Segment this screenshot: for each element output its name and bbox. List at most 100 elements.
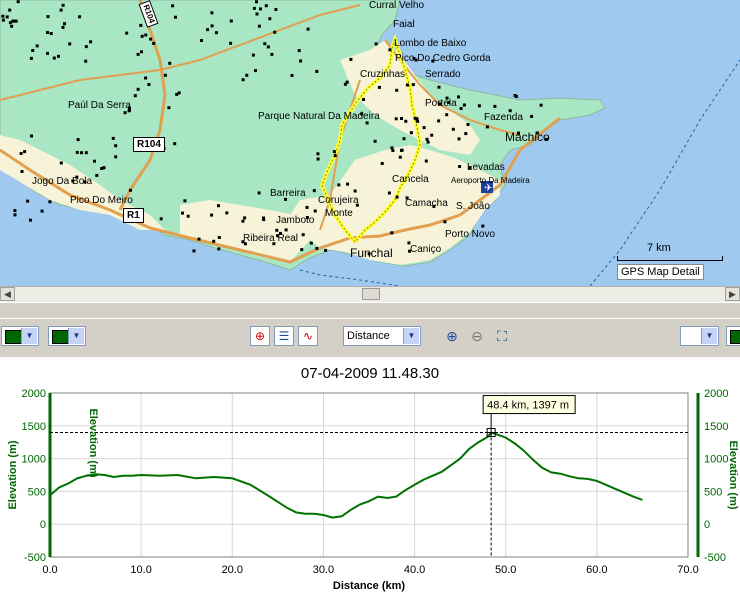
y-tick-label-left: 1500: [22, 421, 46, 433]
poi-dot: [46, 31, 49, 34]
ferry-line: [299, 269, 401, 286]
color-swatch: [730, 330, 740, 344]
poi-dot: [93, 159, 96, 163]
zoom-out-icon: ⊖: [471, 328, 483, 344]
poi-dot: [181, 211, 184, 215]
poi-dot: [52, 56, 56, 60]
poi-dot: [390, 231, 394, 235]
profile-toolbar: ▼ ▼ ⊕ ☰ ∿ Distance ▼ ⊕ ⊖ ⛶ ▼: [0, 318, 740, 357]
place-parque-natural: Parque Natural Da Madeira: [258, 111, 380, 122]
poi-dot: [254, 69, 257, 73]
place-serrado: Serrado: [425, 69, 461, 80]
poi-dot: [200, 39, 203, 42]
poi-dot: [274, 8, 278, 11]
poi-dot: [481, 224, 485, 228]
poi-dot: [485, 125, 489, 129]
poi-dot: [464, 132, 468, 136]
poi-dot: [217, 204, 220, 208]
poi-dot: [133, 94, 137, 98]
poi-dot: [297, 49, 301, 53]
poi-dot: [13, 209, 17, 213]
poi-dot: [167, 106, 171, 110]
zoom-in-button[interactable]: ⊕: [443, 327, 461, 345]
scale-label: 7 km: [647, 242, 671, 254]
elevation-profile-panel[interactable]: 07-04-2009 11.48.30 0.0 10.0 20.0 30.0 40.0 5…: [0, 357, 740, 595]
poi-dot: [457, 137, 461, 141]
poi-dot: [413, 116, 417, 120]
scroll-left-button[interactable]: ◀: [0, 287, 15, 301]
scroll-right-button[interactable]: ▶: [725, 287, 740, 301]
chart-ticks: 0.0 10.0 20.0 30.0 40.0 50.0 60.0 70.0 -500 -500 0…: [22, 388, 729, 576]
poi-dot: [140, 50, 143, 54]
poi-dot: [425, 137, 429, 141]
crosshair-button[interactable]: ⊕: [250, 326, 270, 346]
scroll-thumb[interactable]: [362, 288, 380, 300]
poi-dot: [398, 155, 402, 159]
poi-dot: [404, 119, 408, 123]
road-shield-r104: R104: [133, 137, 165, 152]
poi-dot: [217, 247, 221, 251]
poi-dot: [11, 19, 15, 23]
poi-dot: [75, 150, 79, 154]
line-color-select[interactable]: ▼: [1, 326, 39, 346]
place-paul-da-serra: Paúl Da Serra: [68, 100, 131, 111]
poi-dot: [136, 52, 140, 56]
poi-dot: [362, 98, 365, 101]
chart-cursor: 48.4 km, 1397 m: [50, 395, 688, 557]
poi-dot: [229, 19, 233, 23]
poi-dot: [29, 218, 32, 222]
poi-dot: [514, 95, 518, 98]
poi-dot: [539, 103, 543, 107]
fill-color-select[interactable]: ▼: [48, 326, 86, 346]
place-cruzinhas: Cruzinhas: [360, 69, 406, 80]
poi-dot: [395, 88, 399, 92]
place-corujeira: Corujeira: [318, 195, 359, 206]
profile-curve-button[interactable]: ∿: [298, 326, 318, 346]
poi-dot: [437, 119, 441, 123]
chevron-down-icon: ▼: [701, 328, 717, 344]
poi-dot: [48, 200, 52, 204]
poi-dot: [458, 165, 462, 168]
right-color-select-partial[interactable]: [726, 326, 740, 346]
poi-dot: [387, 191, 391, 195]
y-axis-label-right: Elevation (m): [727, 440, 739, 509]
y-tick-label-right: 1500: [704, 421, 728, 433]
x-axis-select[interactable]: Distance ▼: [343, 326, 421, 346]
poi-dot: [5, 15, 9, 19]
zoom-extent-button[interactable]: ⛶: [493, 327, 511, 345]
poi-dot: [315, 246, 319, 250]
poi-dot: [57, 54, 60, 58]
poi-dot: [123, 111, 127, 115]
map-detail-label: GPS Map Detail: [617, 264, 704, 280]
poi-dot: [445, 113, 449, 117]
elevation-chart[interactable]: 0.0 10.0 20.0 30.0 40.0 50.0 60.0 70.0-500 -5000…: [0, 357, 740, 595]
poi-dot: [402, 137, 406, 141]
place-pico-do-meiro: Pico Do Meiro: [70, 195, 133, 206]
poi-dot: [426, 140, 430, 144]
poi-dot: [315, 69, 319, 73]
poi-dot: [257, 191, 261, 195]
map-horizontal-scrollbar[interactable]: ◀ ▶: [0, 286, 740, 302]
scale-bar: [617, 256, 723, 261]
zoom-out-button[interactable]: ⊖: [468, 327, 486, 345]
poi-dot: [374, 42, 378, 46]
poi-dot: [255, 0, 258, 4]
x-tick-label: 60.0: [586, 564, 607, 576]
splitter[interactable]: [0, 302, 740, 319]
place-aeroporto: Aeroporto Da Madeira: [451, 176, 530, 185]
poi-dot: [263, 42, 267, 46]
right-select[interactable]: ▼: [680, 326, 719, 346]
map-view[interactable]: ✈ Curral Velho Faial Lombo de Baixo Pico…: [0, 0, 740, 286]
poi-dot: [136, 87, 140, 91]
x-axis-select-value: Distance: [347, 330, 390, 342]
poi-dot: [251, 53, 255, 57]
poi-dot: [530, 114, 534, 118]
poi-dot: [300, 248, 304, 252]
poi-dot: [16, 0, 20, 4]
poi-dot: [210, 11, 214, 15]
split-view-button[interactable]: ☰: [274, 326, 294, 346]
place-cancela: Cancela: [392, 174, 429, 185]
poi-dot: [409, 131, 413, 135]
y-tick-label-right: -500: [704, 552, 726, 564]
poi-dot: [102, 166, 106, 170]
